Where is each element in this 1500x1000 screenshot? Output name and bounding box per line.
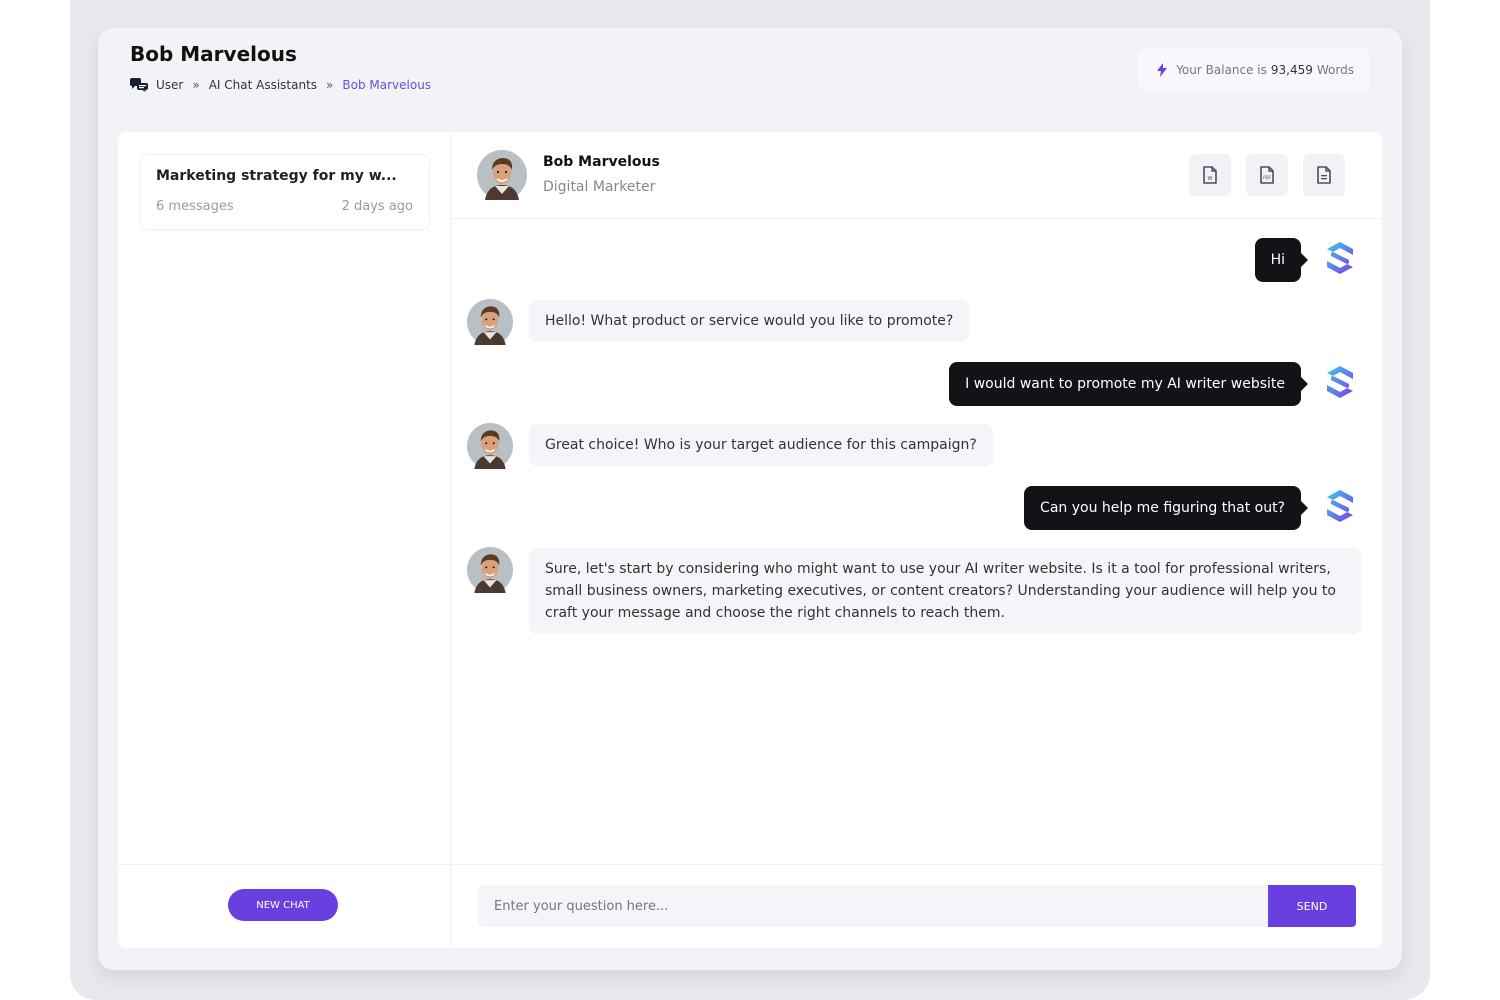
balance-suffix: Words [1316,63,1354,77]
assistant-message: Hello! What product or service would you… [529,300,970,342]
send-button[interactable]: SEND [1268,885,1356,927]
assistant-name: Bob Marvelous [543,154,660,170]
text-doc-icon [1316,166,1332,184]
export-pdf-button[interactable]: PDF [1246,154,1288,196]
assistant-message: Sure, let's start by considering who mig… [529,548,1361,634]
avatar [467,423,513,469]
user-message: Hi [1254,238,1309,282]
avatar [477,150,527,200]
balance-prefix: Your Balance is [1176,63,1267,77]
breadcrumb-separator: » [326,78,334,92]
balance-value: 93,459 [1270,63,1313,77]
export-text-button[interactable] [1303,154,1345,196]
user-message: I would want to promote my AI writer web… [949,362,1308,406]
avatar [467,547,513,593]
conversation-title: Marketing strategy for my w... [156,168,397,184]
question-input[interactable] [478,885,1268,927]
assistant-message: Great choice! Who is your target audienc… [529,424,993,466]
breadcrumb: User » AI Chat Assistants » Bob Marvelou… [130,78,431,92]
conversation-item[interactable]: Marketing strategy for my w... 6 message… [140,154,430,230]
message-composer: SEND [451,864,1382,949]
breadcrumb-ai-chat-assistants[interactable]: AI Chat Assistants [209,78,317,92]
sidebar-footer: NEW CHAT [118,864,450,949]
export-word-button[interactable]: W [1189,154,1231,196]
avatar [467,299,513,345]
brand-logo-icon [1323,240,1357,274]
brand-logo-icon [1323,488,1357,522]
svg-text:W: W [1208,176,1213,182]
chat-bubbles-icon [130,78,148,92]
breadcrumb-separator: » [192,78,200,92]
word-doc-icon: W [1202,166,1218,184]
message-list: Hi Hello! What product or service would … [451,219,1382,863]
breadcrumb-current: Bob Marvelous [342,78,432,92]
user-message: Can you help me figuring that out? [1024,486,1308,530]
balance-badge: Your Balance is 93,459 Words [1138,48,1370,92]
conversation-message-count: 6 messages [156,199,234,214]
assistant-role: Digital Marketer [543,179,656,195]
brand-logo-icon [1323,364,1357,398]
svg-text:PDF: PDF [1263,175,1271,180]
new-chat-button[interactable]: NEW CHAT [228,889,338,921]
pdf-doc-icon: PDF [1259,166,1275,184]
conversation-sidebar: Marketing strategy for my w... 6 message… [118,132,451,948]
app-window: Bob Marvelous User » AI Chat Assistants … [98,28,1402,970]
chat-card: Marketing strategy for my w... 6 message… [118,132,1382,948]
lightning-icon [1157,63,1168,77]
page-title: Bob Marvelous [130,42,297,66]
chat-header: Bob Marvelous Digital Marketer W PDF [451,132,1382,219]
conversation-timestamp: 2 days ago [341,199,413,214]
breadcrumb-user[interactable]: User [156,78,183,92]
